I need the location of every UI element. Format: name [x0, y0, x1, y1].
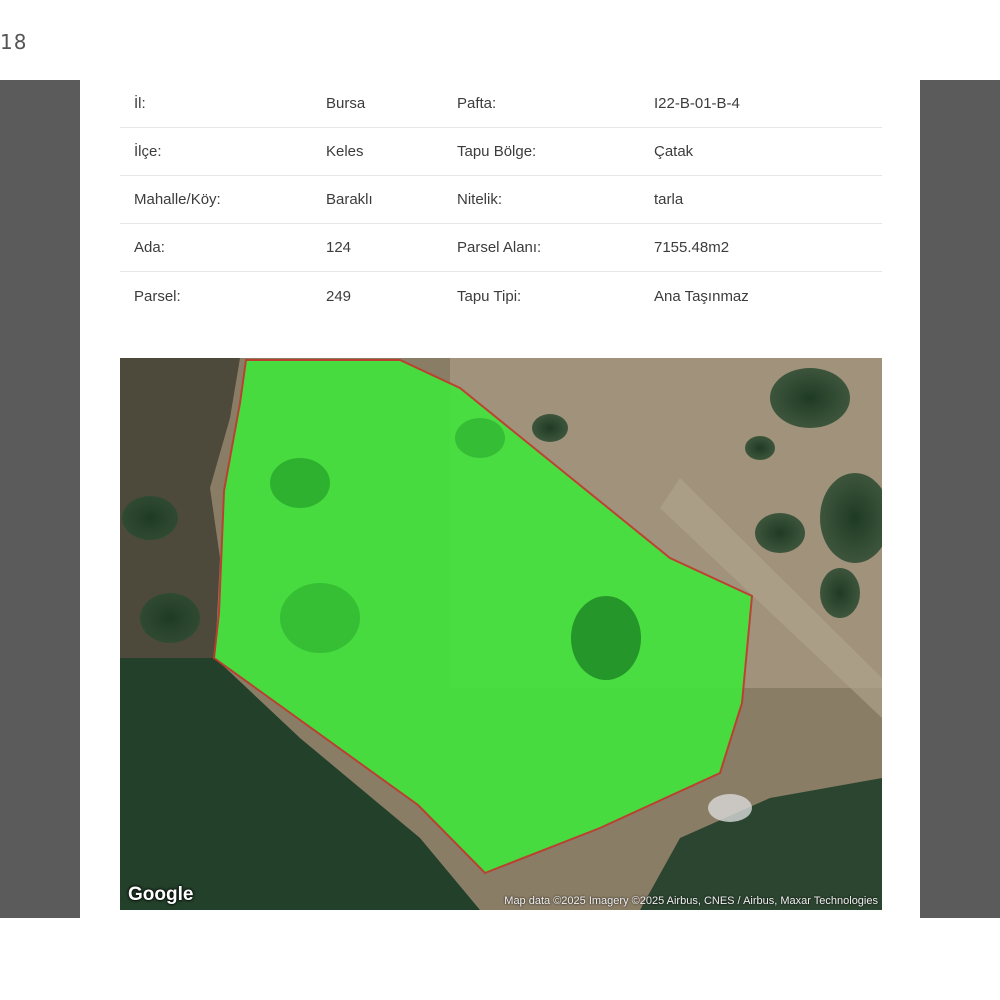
info-label: Tapu Bölge:: [457, 143, 537, 160]
info-value: 124: [326, 239, 352, 256]
info-value: I22-B-01-B-4: [654, 95, 740, 112]
info-row: Parsel: 249 Tapu Tipi: Ana Taşınmaz: [120, 272, 882, 320]
info-row: İl: Bursa Pafta: I22-B-01-B-4: [120, 80, 882, 128]
info-label: Ada:: [134, 239, 165, 256]
info-label: İlçe:: [134, 143, 162, 160]
info-value: tarla: [654, 191, 684, 208]
satellite-imagery: [120, 358, 882, 910]
map-attribution: Map data ©2025 Imagery ©2025 Airbus, CNE…: [504, 895, 878, 907]
info-label: Tapu Tipi:: [457, 287, 522, 305]
info-label: İl:: [134, 95, 146, 112]
info-label: Nitelik:: [457, 191, 503, 208]
info-row: Ada: 124 Parsel Alanı: 7155.48m2: [120, 224, 882, 272]
info-row: Mahalle/Köy: Baraklı Nitelik: tarla: [120, 176, 882, 224]
info-label: Parsel:: [134, 287, 181, 305]
google-logo: Google: [128, 884, 194, 905]
info-value: Keles: [326, 143, 364, 160]
info-value: Çatak: [654, 143, 694, 160]
info-value: 7155.48m2: [654, 239, 730, 256]
info-value: Bursa: [326, 95, 366, 112]
page-counter: 18: [0, 30, 28, 54]
info-value: 249: [326, 287, 352, 305]
satellite-map[interactable]: Google Map data ©2025 Imagery ©2025 Airb…: [120, 358, 882, 910]
right-panel: [920, 80, 1000, 918]
info-value: Ana Taşınmaz: [654, 287, 749, 305]
info-row: İlçe: Keles Tapu Bölge: Çatak: [120, 128, 882, 176]
info-label: Mahalle/Köy:: [134, 191, 221, 208]
parcel-info-table: İl: Bursa Pafta: I22-B-01-B-4 İlçe: Kele…: [120, 80, 882, 320]
left-panel: [0, 80, 80, 918]
info-label: Pafta:: [457, 95, 497, 112]
parcel-card: İl: Bursa Pafta: I22-B-01-B-4 İlçe: Kele…: [80, 80, 920, 920]
info-label: Parsel Alanı:: [457, 239, 542, 256]
info-value: Baraklı: [326, 191, 373, 208]
